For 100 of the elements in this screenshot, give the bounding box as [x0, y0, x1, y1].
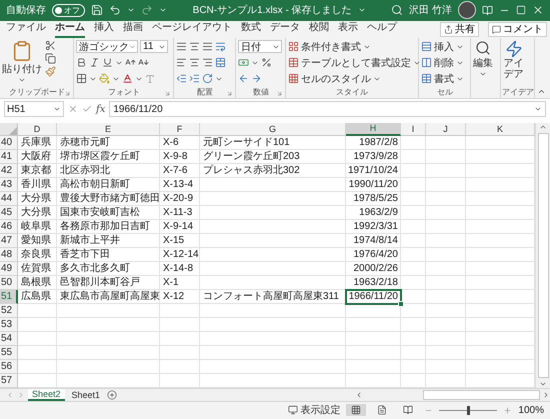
row-header[interactable]: 50	[0, 276, 18, 290]
sheet-tab[interactable]: Sheet2	[28, 388, 65, 401]
comment-icon[interactable]	[492, 24, 501, 34]
search-icon[interactable]	[475, 40, 491, 56]
name-box[interactable]: H51	[4, 101, 64, 118]
page-layout-icon[interactable]	[377, 405, 388, 416]
cut-icon[interactable]	[45, 40, 56, 51]
ideas-button[interactable]: アイデア	[503, 40, 524, 80]
column-header[interactable]: K	[466, 122, 535, 136]
decrease-indent-icon[interactable]	[176, 73, 187, 84]
style-icon[interactable]	[288, 41, 299, 52]
ribbon-tab[interactable]: 数式	[241, 20, 261, 38]
autosave-toggle[interactable]: オフ	[52, 4, 85, 17]
editing-button[interactable]: 編集	[473, 40, 493, 78]
increase-decimal-icon[interactable]	[238, 73, 249, 84]
middle-align-icon[interactable]	[189, 41, 200, 52]
decrease-decimal-icon[interactable]	[251, 73, 262, 84]
undo-icon[interactable]	[109, 4, 121, 16]
horizontal-scrollbar[interactable]	[355, 390, 550, 400]
number-format-select[interactable]: 日付	[238, 40, 282, 54]
ribbon-tab[interactable]: データ	[270, 20, 300, 38]
share-icon[interactable]	[444, 24, 453, 34]
font-size-select[interactable]: 11	[140, 40, 168, 54]
percent-icon[interactable]	[261, 57, 272, 68]
ribbon-tab[interactable]: ファイル	[6, 20, 46, 38]
ribbon-tab[interactable]: ページレイアウト	[152, 20, 232, 38]
font-color-icon[interactable]	[122, 73, 133, 84]
paste-button[interactable]: 貼り付け	[2, 40, 42, 84]
style-command-button[interactable]: 条件付き書式	[288, 40, 421, 54]
ribbon-tab[interactable]: 表示	[338, 20, 358, 38]
align-left-icon[interactable]	[176, 57, 187, 68]
dialog-launcher-icon[interactable]	[226, 90, 233, 97]
cell-command-button[interactable]: 削除	[421, 56, 464, 70]
vertical-scrollbar[interactable]	[535, 122, 550, 388]
align-center-icon[interactable]	[189, 57, 200, 68]
cells-icon[interactable]	[421, 73, 432, 84]
style-icon[interactable]	[288, 57, 299, 68]
row-header[interactable]: 48	[0, 248, 18, 262]
search-icon[interactable]	[391, 4, 404, 16]
row-header[interactable]: 46	[0, 220, 18, 234]
row-header[interactable]: 56	[0, 360, 18, 374]
column-header[interactable]: F	[160, 122, 200, 136]
share-button[interactable]: 共有	[440, 22, 479, 37]
font-name-select[interactable]: 游ゴシック	[76, 40, 138, 54]
row-header[interactable]: 40	[0, 136, 18, 150]
comment-button[interactable]: コメント	[488, 22, 547, 37]
style-command-button[interactable]: セルのスタイル	[288, 72, 421, 86]
phonetic-icon[interactable]	[145, 74, 155, 84]
normal-view-icon[interactable]	[351, 405, 362, 416]
slider-thumb[interactable]	[467, 406, 470, 415]
cell-command-button[interactable]: 書式	[421, 72, 464, 86]
display-settings-button[interactable]: 表示設定	[288, 403, 340, 418]
cancel-icon[interactable]	[68, 104, 78, 114]
increase-indent-icon[interactable]	[189, 73, 200, 84]
ribbon-tab[interactable]: 描画	[123, 20, 143, 38]
row-header[interactable]: 54	[0, 332, 18, 346]
style-command-button[interactable]: テーブルとして書式設定	[288, 56, 421, 70]
underline-icon[interactable]	[102, 57, 113, 68]
wrap-text-icon[interactable]	[215, 41, 226, 52]
add-sheet-icon[interactable]	[107, 390, 118, 400]
formula-field[interactable]: 1966/11/20	[109, 101, 546, 118]
row-header[interactable]: 53	[0, 318, 18, 332]
close-icon[interactable]	[532, 4, 544, 16]
orientation-icon[interactable]	[202, 73, 213, 84]
insert-function-label[interactable]: fx	[96, 104, 106, 115]
row-header[interactable]: 55	[0, 346, 18, 360]
column-header[interactable]: D	[18, 122, 57, 136]
cells-icon[interactable]	[421, 57, 432, 68]
fill-color-icon[interactable]	[99, 73, 110, 84]
row-header[interactable]: 57	[0, 374, 18, 388]
dialog-launcher-icon[interactable]	[164, 90, 171, 97]
borders-icon[interactable]	[76, 73, 87, 84]
copy-icon[interactable]	[45, 52, 56, 64]
scroll-left-icon[interactable]	[355, 390, 363, 399]
merge-icon[interactable]	[215, 57, 226, 68]
clipboard-icon[interactable]	[11, 40, 33, 62]
italic-icon[interactable]	[89, 57, 100, 68]
cells-icon[interactable]	[421, 41, 432, 52]
column-header[interactable]: H	[346, 122, 401, 136]
cell-command-button[interactable]: 挿入	[421, 40, 464, 54]
save-icon[interactable]	[91, 4, 103, 16]
row-header[interactable]: 49	[0, 262, 18, 276]
column-header[interactable]: I	[401, 122, 426, 136]
lightning-icon[interactable]	[504, 40, 522, 58]
column-header[interactable]: G	[200, 122, 346, 136]
align-right-icon[interactable]	[202, 57, 213, 68]
column-header[interactable]: E	[57, 122, 160, 136]
scroll-right-icon[interactable]	[542, 390, 550, 399]
enter-icon[interactable]	[82, 104, 92, 114]
bold-icon[interactable]	[76, 57, 87, 68]
dialog-launcher-icon[interactable]	[276, 90, 283, 97]
row-header[interactable]: 42	[0, 164, 18, 178]
active-cell[interactable]: 1966/11/20	[346, 290, 401, 304]
column-header[interactable]: J	[426, 122, 466, 136]
row-header[interactable]: 41	[0, 150, 18, 164]
ribbon-tab[interactable]: 挿入	[94, 20, 114, 38]
ribbon-tab[interactable]: ヘルプ	[367, 20, 397, 38]
dialog-launcher-icon[interactable]	[64, 90, 71, 97]
sheet-tab[interactable]: Sheet1	[68, 388, 104, 401]
row-header[interactable]: 45	[0, 206, 18, 220]
